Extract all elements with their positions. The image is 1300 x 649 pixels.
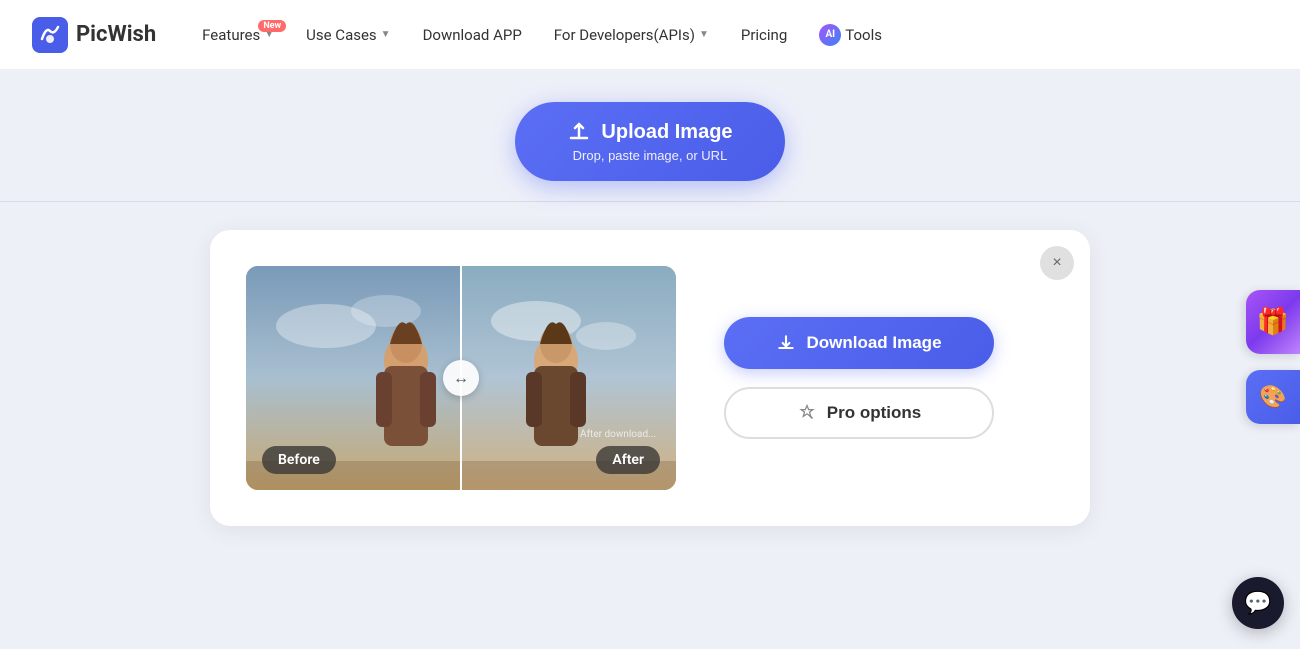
chat-icon: 💬 — [1244, 591, 1271, 616]
upload-section: Upload Image Drop, paste image, or URL — [0, 70, 1300, 201]
pro-options-label: Pro options — [827, 403, 921, 423]
logo-link[interactable]: PicWish — [32, 17, 156, 53]
card-section: × — [0, 202, 1300, 554]
nav-pricing-label: Pricing — [741, 26, 787, 44]
image-comparison: ↔ Before After After download... — [246, 266, 676, 490]
nav-download-app[interactable]: Download APP — [409, 18, 536, 52]
download-icon — [776, 333, 796, 353]
ai-icon: AI — [819, 24, 841, 46]
before-label: Before — [262, 446, 336, 474]
nav-for-developers-label: For Developers(APIs) — [554, 26, 695, 44]
watermark-text: After download... — [580, 429, 656, 440]
comparison-handle[interactable]: ↔ — [443, 360, 479, 396]
nav-use-cases-label: Use Cases — [306, 26, 377, 44]
action-buttons: Download Image Pro options — [724, 317, 994, 439]
upload-button-sub-label: Drop, paste image, or URL — [573, 148, 728, 163]
floating-chat-button[interactable]: 💬 — [1232, 577, 1284, 629]
download-button-label: Download Image — [806, 333, 941, 353]
close-icon: × — [1052, 254, 1061, 272]
nav-tools[interactable]: AI Tools — [805, 16, 896, 54]
upload-btn-main: Upload Image — [567, 120, 732, 144]
pro-options-icon — [797, 403, 817, 423]
download-image-button[interactable]: Download Image — [724, 317, 994, 369]
logo-text: PicWish — [76, 22, 156, 47]
navbar: PicWish Features ▼ New Use Cases ▼ Downl… — [0, 0, 1300, 70]
chevron-down-icon: ▼ — [381, 29, 391, 40]
close-button[interactable]: × — [1040, 246, 1074, 280]
gift-icon: 🎁 — [1257, 307, 1289, 337]
result-card: × — [210, 230, 1090, 526]
edit-icon: 🎨 — [1259, 385, 1286, 410]
chevron-down-icon: ▼ — [699, 29, 709, 40]
floating-edit-button[interactable]: 🎨 — [1246, 370, 1300, 424]
nav-download-app-label: Download APP — [423, 26, 522, 44]
pro-options-button[interactable]: Pro options — [724, 387, 994, 439]
upload-button-main-label: Upload Image — [601, 121, 732, 144]
nav-features-label: Features — [202, 26, 260, 44]
floating-gift-button[interactable]: 🎁 — [1246, 290, 1300, 354]
after-label: After — [596, 446, 660, 474]
nav-links: Features ▼ New Use Cases ▼ Download APP … — [188, 16, 896, 54]
new-badge: New — [258, 20, 286, 32]
nav-pricing[interactable]: Pricing — [727, 18, 801, 52]
upload-icon — [567, 120, 591, 144]
upload-image-button[interactable]: Upload Image Drop, paste image, or URL — [515, 102, 784, 181]
nav-for-developers[interactable]: For Developers(APIs) ▼ — [540, 18, 723, 52]
nav-features[interactable]: Features ▼ New — [188, 18, 288, 52]
nav-use-cases[interactable]: Use Cases ▼ — [292, 18, 404, 52]
picwish-logo-icon — [32, 17, 68, 53]
nav-tools-label: Tools — [845, 26, 882, 44]
main-content: Upload Image Drop, paste image, or URL × — [0, 70, 1300, 554]
